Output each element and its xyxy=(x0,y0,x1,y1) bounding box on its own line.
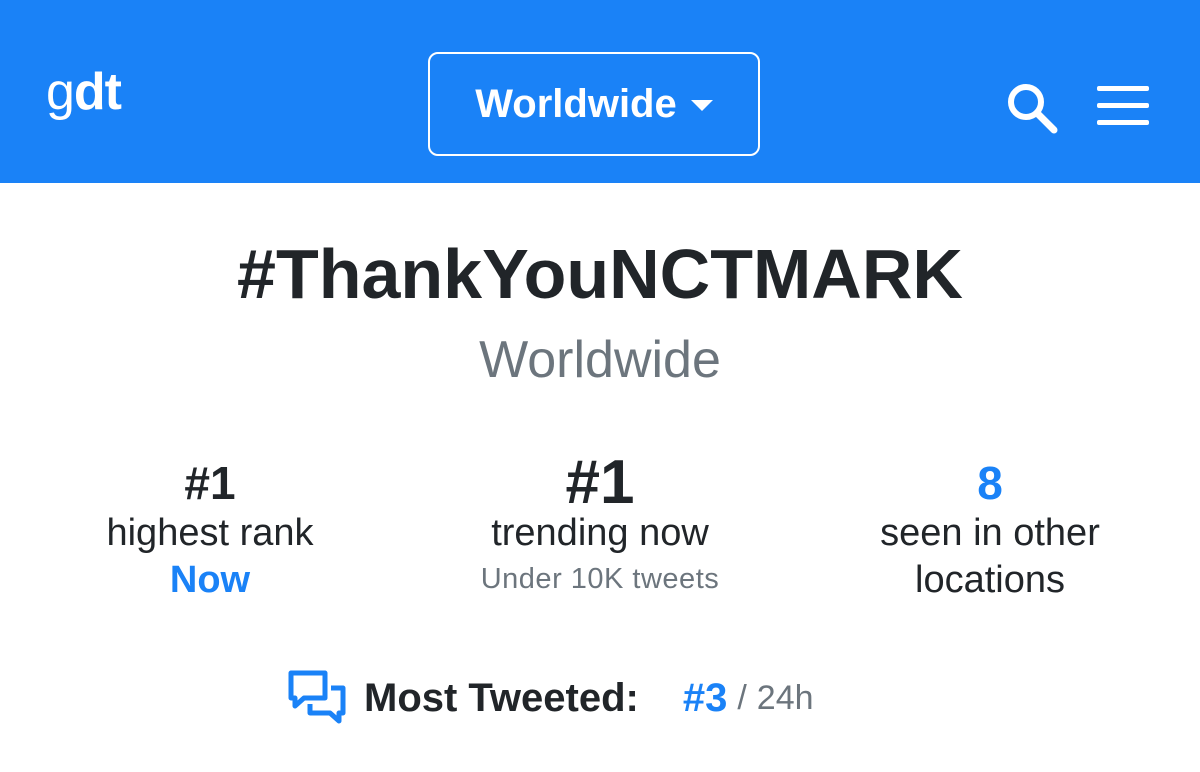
search-icon xyxy=(1008,84,1058,134)
gdt-logo[interactable]: gdt xyxy=(46,63,122,121)
most-tweeted-separator: / xyxy=(737,678,747,717)
most-tweeted-label: Most Tweeted: xyxy=(364,675,639,720)
most-tweeted-period: 24h xyxy=(756,678,814,717)
highest-rank-when[interactable]: Now xyxy=(60,557,360,604)
most-tweeted-rank[interactable]: #3 xyxy=(683,676,728,721)
top-navbar: gdt Worldwide xyxy=(0,0,1200,183)
trend-hashtag: #ThankYouNCTMARK xyxy=(237,235,963,313)
trending-now-value: #1 xyxy=(565,448,635,517)
search-button[interactable] xyxy=(1004,80,1060,136)
tweet-volume-note: Under 10K tweets xyxy=(480,563,720,595)
location-dropdown-label: Worldwide xyxy=(475,81,677,126)
other-locations-stat[interactable]: 8 seen in other locations xyxy=(840,454,1140,604)
chevron-down-icon xyxy=(690,99,713,111)
other-locations-label-line2: locations xyxy=(915,559,1065,601)
most-tweeted-row: Most Tweeted: #3 / 24h xyxy=(288,668,814,728)
menu-icon xyxy=(1097,86,1149,91)
menu-icon-bar-middle xyxy=(1097,103,1149,108)
menu-icon-bar-bottom xyxy=(1097,120,1149,125)
other-locations-count[interactable]: 8 xyxy=(840,454,1140,510)
chat-bubbles-icon xyxy=(288,670,346,724)
trending-now-label: trending now xyxy=(491,512,709,554)
location-dropdown[interactable]: Worldwide xyxy=(428,52,760,156)
highest-rank-stat: #1 highest rank Now xyxy=(60,454,360,604)
highest-rank-value: #1 xyxy=(184,457,236,509)
other-locations-label-line1: seen in other xyxy=(880,512,1100,554)
trend-region: Worldwide xyxy=(479,331,721,389)
menu-button[interactable] xyxy=(1097,86,1149,126)
logo-light-part: g xyxy=(46,63,75,121)
logo-bold-part: dt xyxy=(73,63,122,121)
trending-now-stat: #1 trending now Under 10K tweets xyxy=(440,448,760,601)
highest-rank-label: highest rank xyxy=(106,512,314,554)
